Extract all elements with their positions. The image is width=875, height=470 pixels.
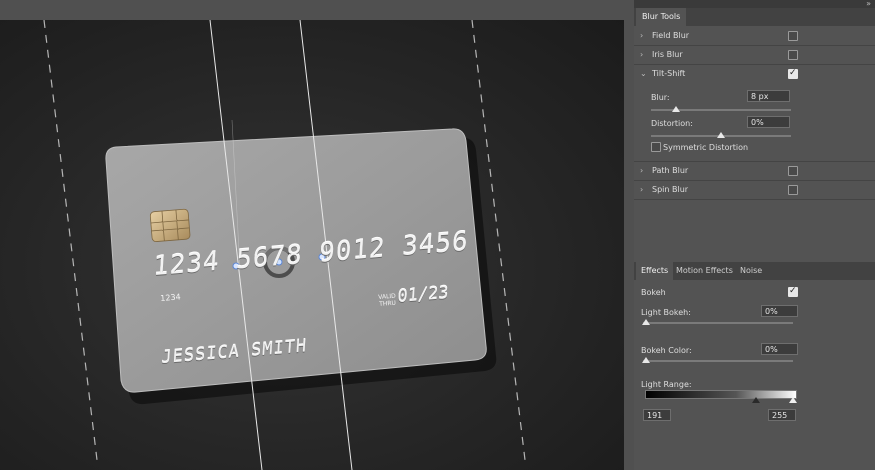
symmetric-distortion-label: Symmetric Distortion: [663, 143, 749, 152]
tab-effects[interactable]: Effects: [636, 262, 674, 280]
blur-tool-tilt-shift[interactable]: ⌄ Tilt-Shift: [634, 65, 875, 83]
distortion-label: Distortion:: [651, 119, 693, 128]
effects-tabbar: Effects Motion Effects Noise: [634, 262, 875, 280]
distortion-field[interactable]: 0%: [747, 116, 790, 128]
field-blur-checkbox[interactable]: [788, 31, 798, 41]
blur-amount-field[interactable]: 8 px: [747, 90, 790, 102]
tab-blur-tools[interactable]: Blur Tools: [636, 8, 687, 26]
blur-tool-spin-blur[interactable]: › Spin Blur: [634, 181, 875, 200]
bokeh-color-slider[interactable]: [643, 360, 793, 362]
field-blur-label: Field Blur: [652, 31, 690, 40]
light-range-gradient-slider[interactable]: [645, 390, 797, 399]
document-canvas[interactable]: 1234 5678 9012 3456 1234 VALID THRU 01/2…: [0, 20, 624, 470]
iris-blur-checkbox[interactable]: [788, 50, 798, 60]
tilt-shift-label: Tilt-Shift: [652, 69, 686, 78]
light-bokeh-slider[interactable]: [643, 322, 793, 324]
canvas-frame: 1234 5678 9012 3456 1234 VALID THRU 01/2…: [0, 0, 634, 470]
double-chevron-right-icon[interactable]: »: [866, 0, 871, 8]
thru-label: THRU: [378, 299, 397, 308]
symmetric-distortion-checkbox[interactable]: [651, 142, 661, 152]
light-range-label: Light Range:: [641, 380, 692, 389]
light-range-low-thumb[interactable]: [752, 397, 760, 403]
blur-tool-iris-blur[interactable]: › Iris Blur: [634, 46, 875, 65]
card-expiry: 01/23: [396, 282, 450, 308]
chevron-down-icon[interactable]: ⌄: [640, 69, 647, 78]
valid-thru-label: VALID THRU: [378, 293, 397, 308]
spin-blur-checkbox[interactable]: [788, 185, 798, 195]
dashed-guide-left: [43, 20, 98, 461]
light-range-low-field[interactable]: 191: [643, 409, 671, 421]
bokeh-color-slider-thumb[interactable]: [642, 357, 650, 363]
light-range-high-field[interactable]: 255: [768, 409, 796, 421]
chevron-right-icon[interactable]: ›: [640, 50, 643, 59]
bokeh-label: Bokeh: [641, 288, 666, 297]
light-bokeh-slider-thumb[interactable]: [642, 319, 650, 325]
bokeh-color-field[interactable]: 0%: [761, 343, 798, 355]
blur-tool-field-blur[interactable]: › Field Blur: [634, 27, 875, 46]
path-blur-label: Path Blur: [652, 166, 689, 175]
bokeh-checkbox[interactable]: [788, 286, 798, 297]
tab-noise[interactable]: Noise: [735, 262, 767, 280]
chevron-right-icon[interactable]: ›: [640, 166, 643, 175]
blur-amount-slider-thumb[interactable]: [672, 106, 680, 112]
light-bokeh-field[interactable]: 0%: [761, 305, 798, 317]
chevron-right-icon[interactable]: ›: [640, 31, 643, 40]
chevron-right-icon[interactable]: ›: [640, 185, 643, 194]
panel-top-strip: »: [634, 0, 875, 8]
bokeh-color-label: Bokeh Color:: [641, 346, 692, 355]
tilt-shift-checkbox[interactable]: [788, 68, 798, 79]
light-bokeh-label: Light Bokeh:: [641, 308, 691, 317]
iris-blur-label: Iris Blur: [652, 50, 683, 59]
blur-amount-label: Blur:: [651, 93, 670, 102]
card-chip: [149, 208, 191, 242]
distortion-slider-thumb[interactable]: [717, 132, 725, 138]
card-number-small: 1234: [160, 292, 182, 303]
spin-blur-label: Spin Blur: [652, 185, 689, 194]
blur-tool-path-blur[interactable]: › Path Blur: [634, 162, 875, 181]
tab-motion-effects[interactable]: Motion Effects: [671, 262, 738, 280]
blur-tools-tabbar: Blur Tools: [634, 8, 875, 26]
light-range-high-thumb[interactable]: [789, 397, 797, 403]
path-blur-checkbox[interactable]: [788, 166, 798, 176]
